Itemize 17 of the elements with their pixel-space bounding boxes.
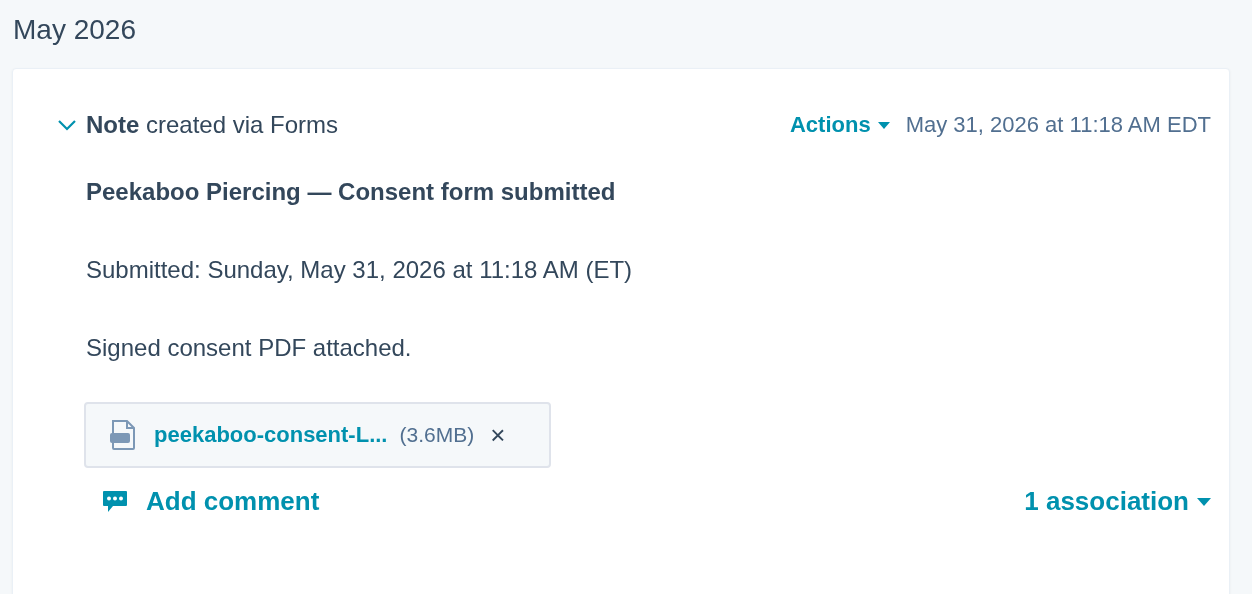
note-heading: Note created via Forms: [86, 111, 339, 139]
chevron-down-icon[interactable]: [57, 119, 77, 131]
timestamp: May 31, 2026 at 11:18 AM EDT: [905, 112, 1211, 138]
remove-button[interactable]: ×: [486, 419, 506, 451]
caret-icon: [1197, 497, 1211, 506]
associations-dropdown[interactable]: 1 association: [1024, 486, 1211, 517]
actions-dropdown[interactable]: Actions: [790, 112, 890, 138]
pdf-file-icon: [110, 420, 136, 450]
attachment-link[interactable]: peekaboo-consent-L...: [154, 422, 388, 448]
note-text: Signed consent PDF attached.: [86, 334, 413, 362]
month-heading: May 2026: [12, 13, 137, 47]
comment-icon: [102, 489, 128, 514]
note-text: Submitted: Sunday, May 31, 2026 at 11:18 AM (ET): [86, 256, 634, 284]
note-title: Peekaboo Piercing — Consent form submitted: [86, 178, 617, 206]
add-comment-button[interactable]: Add comment: [86, 486, 320, 517]
caret-icon: [877, 121, 890, 129]
file-size: (3.6MB): [399, 423, 475, 447]
